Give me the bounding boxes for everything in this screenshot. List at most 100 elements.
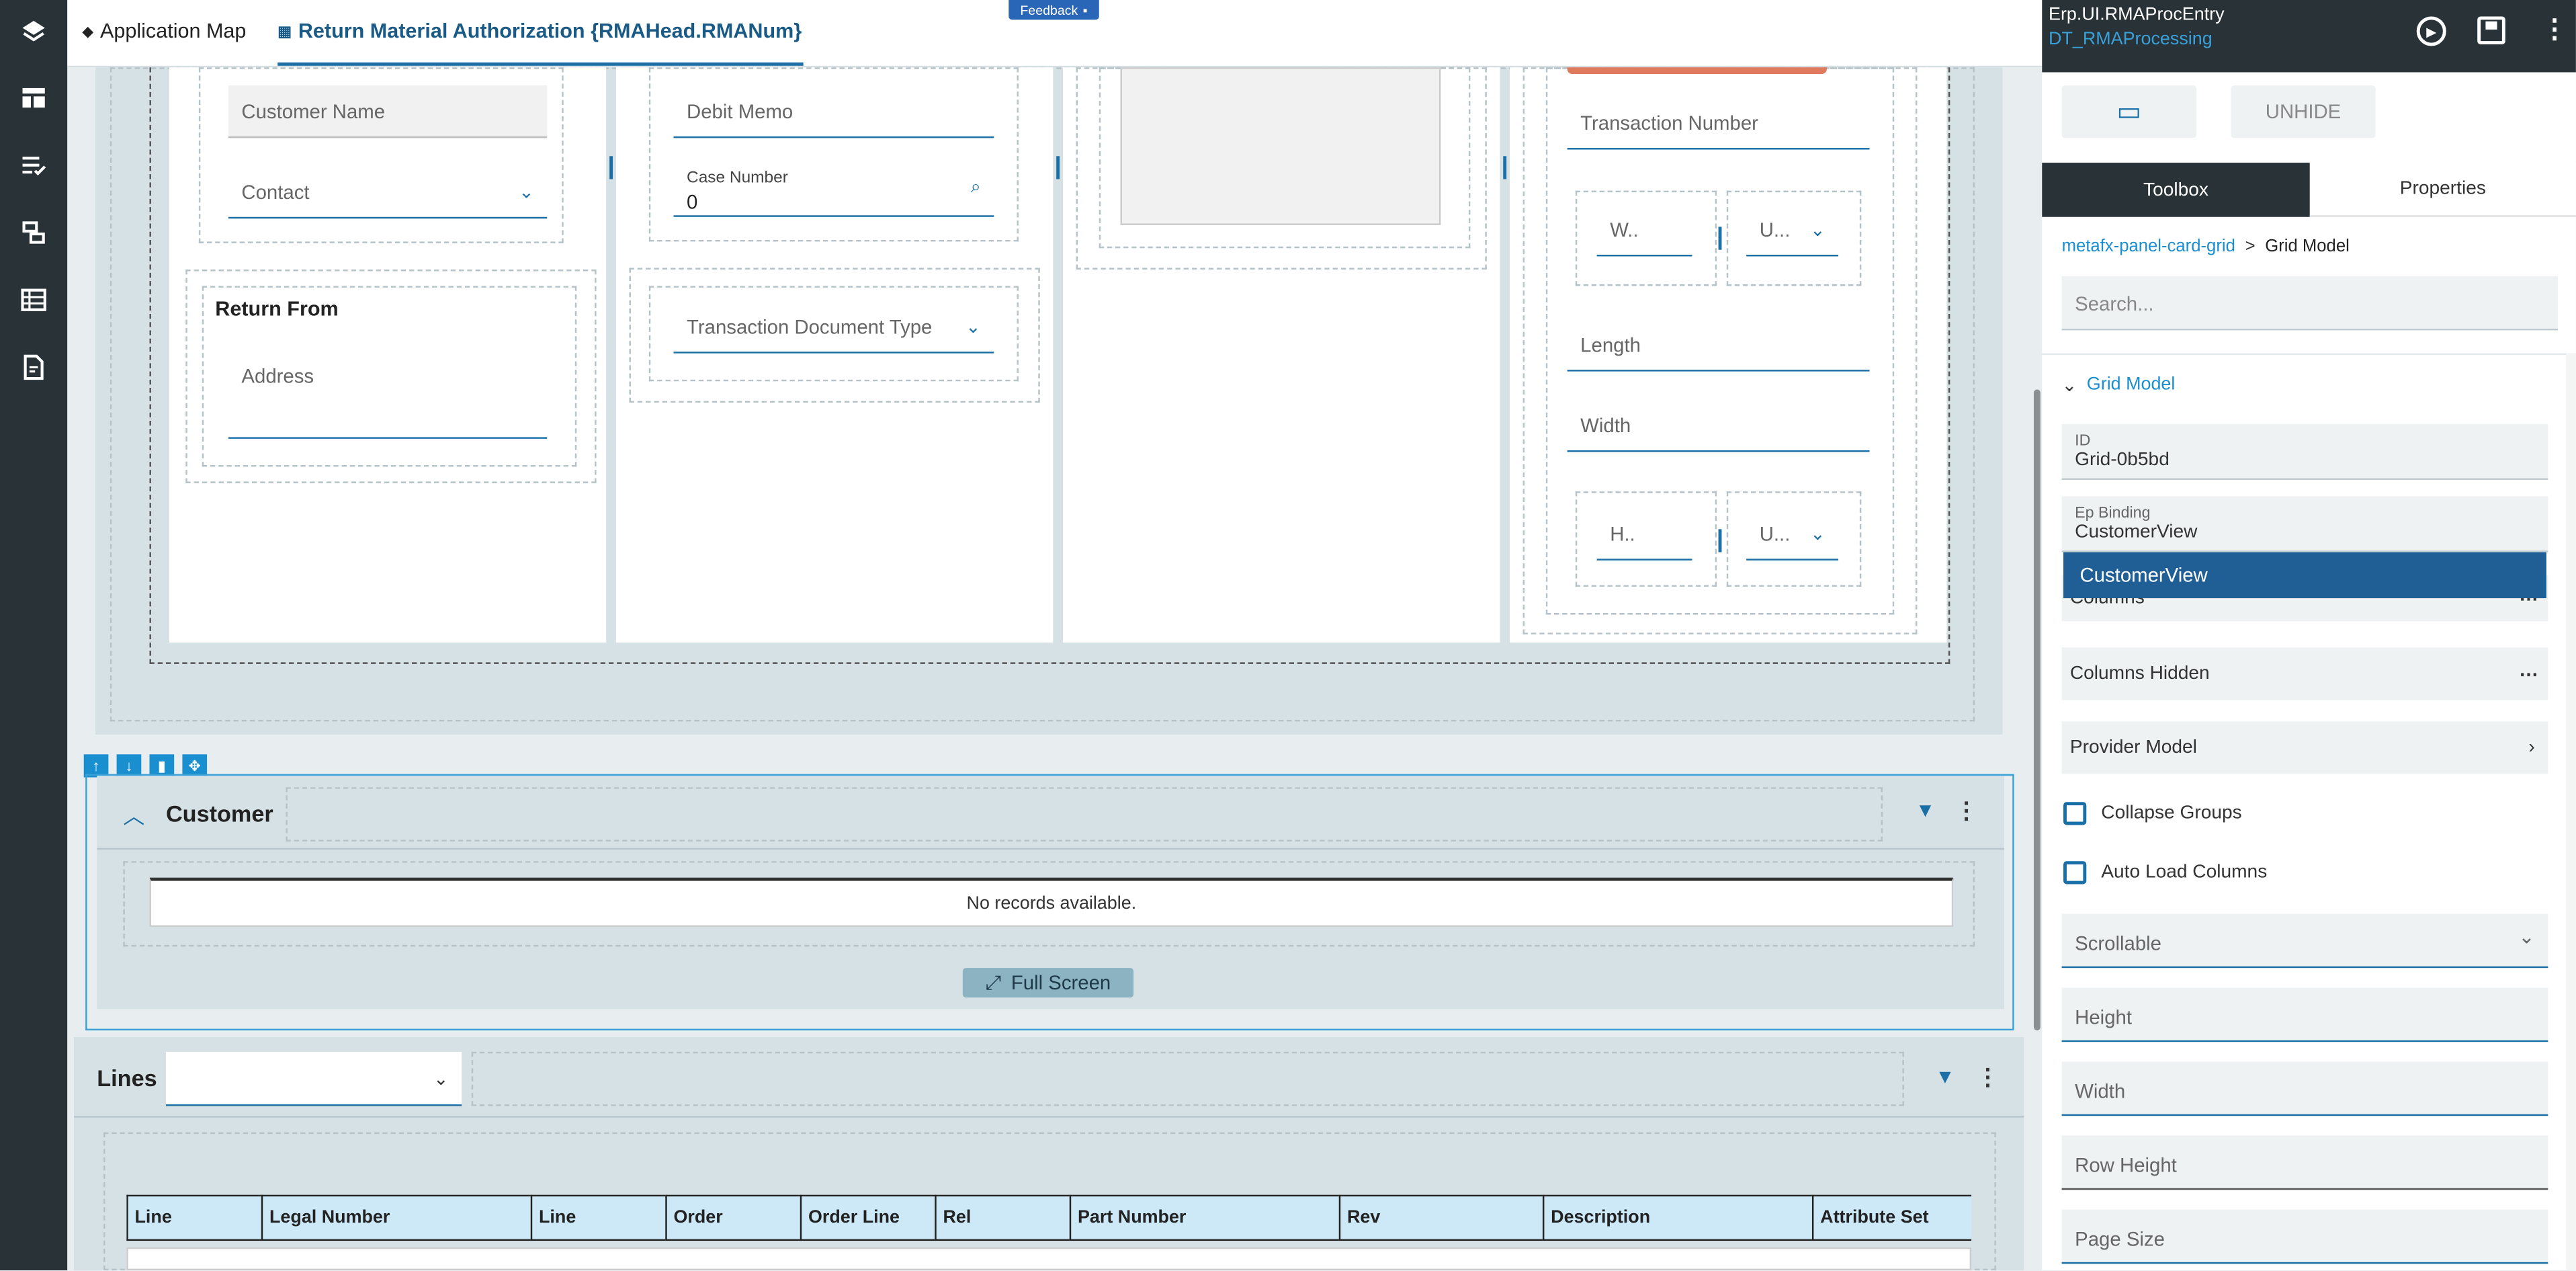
components-icon[interactable] <box>16 215 49 248</box>
provider-model-label: Provider Model <box>2069 737 2197 758</box>
more-vert-icon[interactable]: ⋮ <box>1976 1063 1999 1092</box>
collapse-chevron-icon[interactable]: ︿ <box>123 798 144 829</box>
layers-small-icon: ◆ <box>82 23 94 40</box>
column-splitter[interactable] <box>1503 156 1507 179</box>
search-record-icon[interactable]: ⌕ <box>971 177 981 199</box>
chevron-down-icon: ⌄ <box>1809 524 1826 544</box>
customer-grid[interactable]: No records available. <box>149 877 1954 928</box>
address-placeholder: Address <box>241 364 314 388</box>
ep-binding-option[interactable]: CustomerView <box>2063 552 2546 599</box>
full-screen-button[interactable]: ⤢ Full Screen <box>962 968 1134 998</box>
ep-binding-label: Ep Binding <box>2075 504 2151 523</box>
filter-icon[interactable]: ▼ <box>1935 1065 1955 1088</box>
preview-play-icon[interactable]: ▶ <box>2416 16 2446 46</box>
group-grid-model[interactable]: ⌄ Grid Model <box>2062 374 2176 396</box>
id-value: Grid-0b5bd <box>2075 450 2170 470</box>
height-field[interactable]: H.. <box>1596 507 1692 561</box>
height-uom-dropdown[interactable]: U... ⌄ <box>1746 507 1839 561</box>
column-header[interactable]: Legal Number <box>261 1194 531 1241</box>
filter-icon[interactable]: ▼ <box>1916 798 1935 821</box>
width-input[interactable]: Width <box>2061 1061 2548 1116</box>
column-header[interactable]: Rev <box>1338 1194 1543 1241</box>
column-header[interactable]: Part Number <box>1069 1194 1339 1241</box>
panel-scrollbar[interactable] <box>2566 353 2576 1271</box>
height-placeholder: H.. <box>1610 522 1635 545</box>
list-check-icon[interactable] <box>16 148 49 181</box>
column-header[interactable]: Line <box>530 1194 666 1241</box>
column-header[interactable]: Description <box>1542 1194 1812 1241</box>
form-small-icon: ▦ <box>277 23 292 40</box>
field-splitter[interactable] <box>1718 529 1722 552</box>
customer-name-placeholder: Customer Name <box>241 99 386 123</box>
ep-binding-field[interactable]: Ep Binding CustomerView <box>2061 496 2548 552</box>
edit-document-icon[interactable] <box>16 350 49 383</box>
width-field[interactable]: Width <box>1567 399 1870 452</box>
save-icon[interactable] <box>2477 16 2505 45</box>
id-label: ID <box>2075 432 2091 450</box>
unhide-button[interactable]: UNHIDE <box>2231 85 2376 138</box>
feedback-button[interactable]: Feedback ▪ <box>1008 0 1099 20</box>
column-header[interactable]: Order Line <box>800 1194 935 1241</box>
tab-rma-label: Return Material Authorization {RMAHead.R… <box>298 19 802 43</box>
address-textarea[interactable]: Address <box>228 353 548 439</box>
weight-uom-dropdown[interactable]: U... ⌄ <box>1746 204 1839 257</box>
layers-icon[interactable] <box>16 15 49 48</box>
row-height-input[interactable]: Row Height <box>2061 1135 2548 1190</box>
customer-header-toolbar <box>286 787 1883 842</box>
unhide-label: UNHIDE <box>2265 100 2342 124</box>
properties-panel: Erp.UI.RMAProcEntry DT_RMAProcessing ▶ ⋮… <box>2042 0 2576 1271</box>
left-nav-rail <box>0 0 68 1271</box>
full-screen-label: Full Screen <box>1011 971 1111 995</box>
width-placeholder: Width <box>1580 413 1631 437</box>
tab-application-map[interactable]: ◆ Application Map <box>82 19 246 65</box>
column-splitter[interactable] <box>1056 156 1060 179</box>
search-input[interactable]: Search... <box>2061 276 2559 331</box>
columns-hidden-row[interactable]: Columns Hidden ⋯ <box>2061 647 2548 700</box>
transaction-doc-type-dropdown[interactable]: Transaction Document Type ⌄ <box>673 300 994 354</box>
collapse-groups-checkbox[interactable] <box>2063 802 2087 825</box>
customer-card[interactable]: ︿ Customer ▼ ⋮ No records available. ⤢ Fu… <box>85 774 2014 1031</box>
page-size-input[interactable]: Page Size <box>2061 1209 2548 1264</box>
comments-textarea[interactable] <box>1120 67 1441 225</box>
case-number-field[interactable]: Case Number 0 ⌕ <box>673 161 994 217</box>
id-field[interactable]: ID Grid-0b5bd <box>2061 423 2548 480</box>
lines-grid[interactable]: Line Legal Number Line Order Order Line Rel Pa… <box>126 1194 1972 1271</box>
laptop-icon: ▭ <box>2116 98 2142 127</box>
more-vert-icon[interactable]: ⋮ <box>1955 797 1978 825</box>
canvas-scrollbar[interactable] <box>2034 389 2041 1031</box>
tab-properties[interactable]: Properties <box>2309 163 2576 217</box>
dashboard-icon[interactable] <box>16 81 49 114</box>
column-header[interactable]: Rel <box>935 1194 1070 1241</box>
app-name: Erp.UI.RMAProcEntry <box>2049 5 2225 25</box>
column-splitter[interactable] <box>609 156 613 179</box>
scrollable-dropdown[interactable]: Scrollable ⌄ <box>2061 913 2548 969</box>
contact-dropdown[interactable]: Contact ⌄ <box>228 165 548 219</box>
debit-memo-field[interactable]: Debit Memo <box>673 85 994 138</box>
column-header[interactable]: Order <box>665 1194 800 1241</box>
provider-model-row[interactable]: Provider Model › <box>2061 721 2548 774</box>
scrollable-placeholder: Scrollable <box>2075 932 2162 955</box>
customer-title: Customer <box>165 800 273 827</box>
lines-filter-dropdown[interactable]: ⌄ <box>165 1051 462 1106</box>
breadcrumb-parent[interactable]: metafx-panel-card-grid <box>2062 237 2235 256</box>
field-splitter[interactable] <box>1718 227 1722 250</box>
weight-field[interactable]: W.. <box>1596 204 1692 257</box>
tab-toolbox-label: Toolbox <box>2143 179 2208 200</box>
ellipsis-icon[interactable]: ⋯ <box>2520 662 2538 685</box>
auto-load-columns-checkbox[interactable] <box>2063 861 2087 885</box>
device-desktop-button[interactable]: ▭ <box>2061 85 2197 138</box>
contact-placeholder: Contact <box>241 179 310 203</box>
customer-name-field[interactable]: Customer Name <box>228 85 548 138</box>
tab-toolbox[interactable]: Toolbox <box>2042 163 2310 217</box>
top-tab-bar: ◆ Application Map ▦ Return Material Auth… <box>67 0 2043 68</box>
length-field[interactable]: Length <box>1567 319 1870 372</box>
transaction-number-field[interactable]: Transaction Number <box>1567 97 1870 150</box>
column-header[interactable]: Line <box>126 1194 261 1241</box>
lines-title: Lines <box>97 1065 157 1092</box>
more-vert-icon[interactable]: ⋮ <box>2542 13 2568 46</box>
tab-rma[interactable]: ▦ Return Material Authorization {RMAHead… <box>277 19 804 66</box>
table-icon[interactable] <box>16 283 49 316</box>
height-input[interactable]: Height <box>2061 987 2548 1042</box>
layer-name[interactable]: DT_RMAProcessing <box>2049 30 2213 49</box>
column-header[interactable]: Attribute Set <box>1811 1194 1972 1241</box>
